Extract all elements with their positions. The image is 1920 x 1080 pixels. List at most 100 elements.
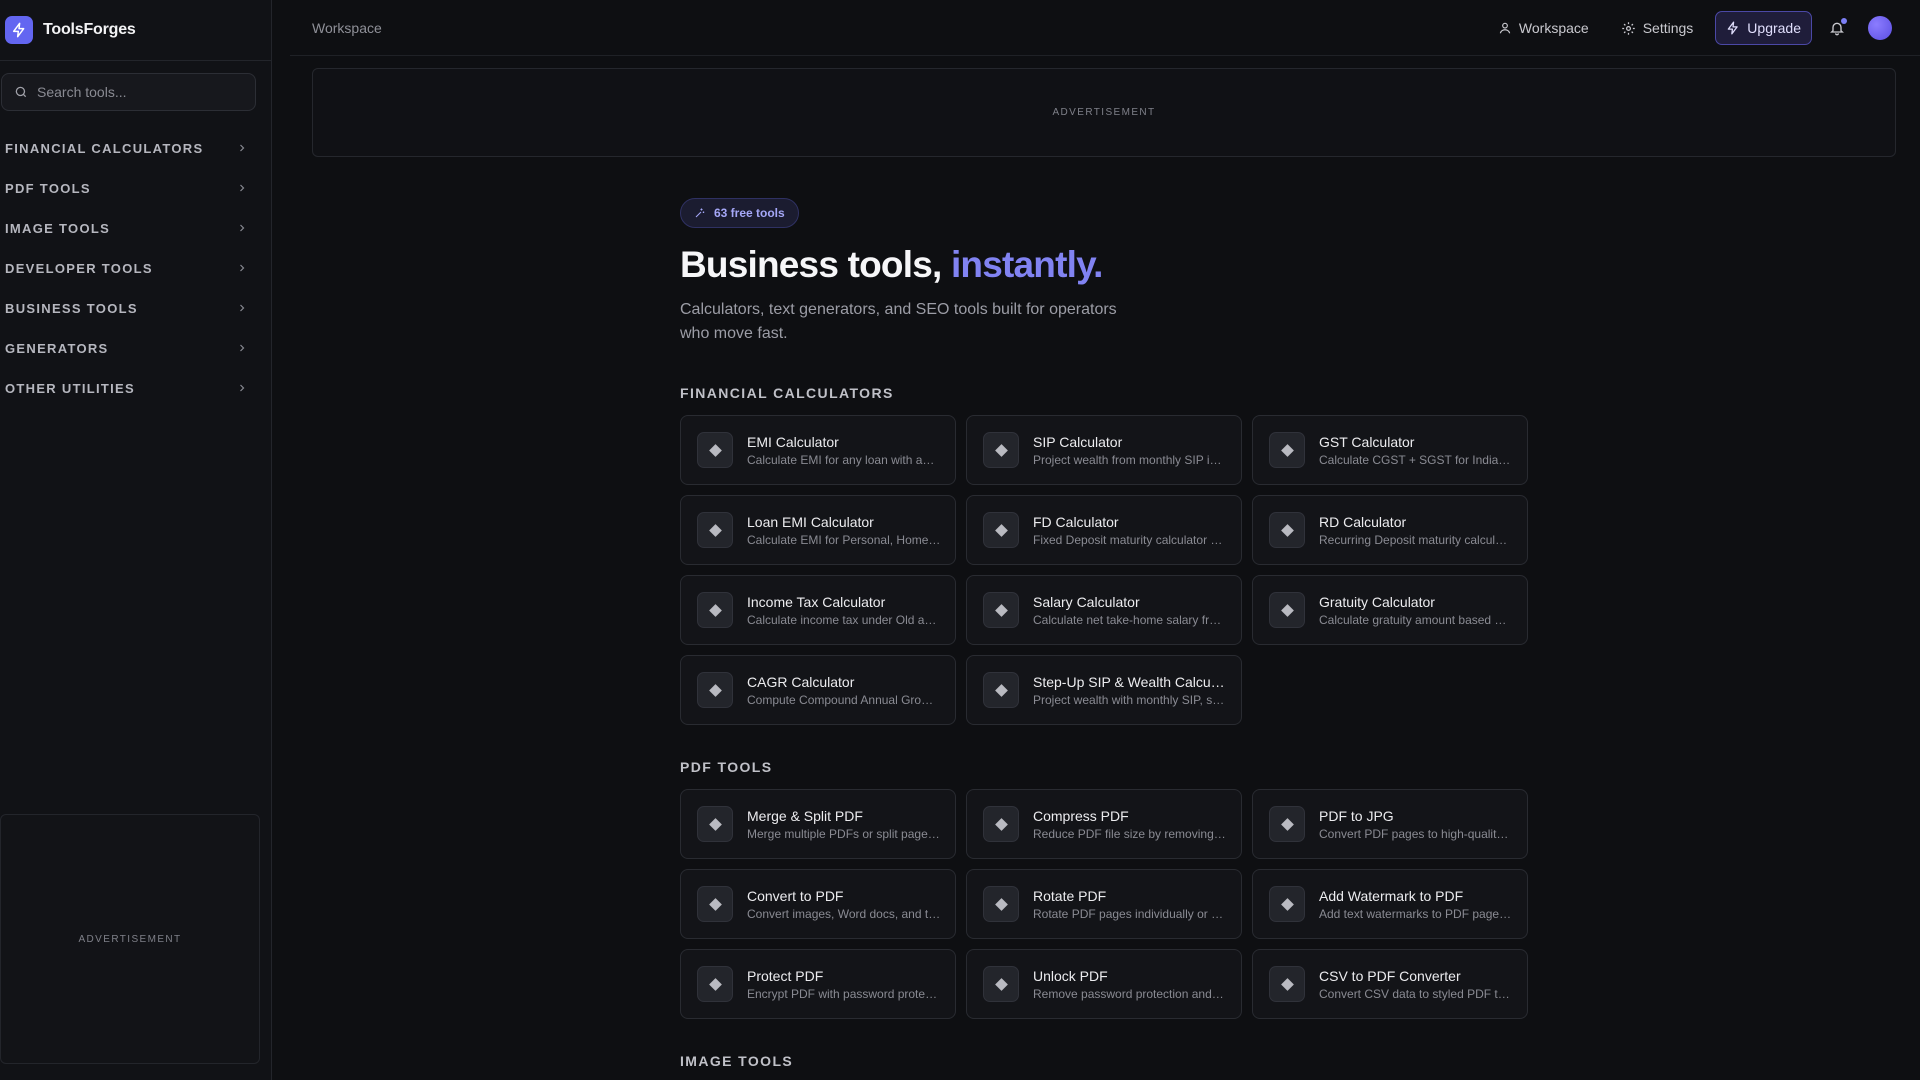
sidebar-item-label: DEVELOPER TOOLS bbox=[5, 260, 153, 276]
tool-description: Rotate PDF pages individually or … bbox=[1033, 906, 1224, 921]
title-accent: instantly. bbox=[950, 244, 1103, 285]
tool-text: FD Calculator Fixed Deposit maturity calc… bbox=[1033, 514, 1228, 547]
tool-description: Convert CSV data to styled PDF t… bbox=[1319, 986, 1510, 1001]
sidebar-item-other-utilities[interactable]: OTHER UTILITIES bbox=[0, 368, 260, 408]
chevron-right-icon bbox=[240, 384, 245, 392]
tool-card[interactable]: FD Calculator Fixed Deposit maturity calc… bbox=[966, 495, 1242, 565]
tool-icon bbox=[983, 672, 1019, 708]
sidebar-item-label: OTHER UTILITIES bbox=[5, 380, 135, 396]
page-title: Business tools, instantly. bbox=[680, 242, 1528, 288]
ad-label: ADVERTISEMENT bbox=[1052, 107, 1156, 118]
chevron-right-icon bbox=[240, 264, 245, 272]
diamond-icon bbox=[708, 977, 722, 991]
tool-card[interactable]: Loan EMI Calculator Calculate EMI for Per… bbox=[680, 495, 956, 565]
tool-name: FD Calculator bbox=[1033, 513, 1119, 530]
diamond-icon bbox=[994, 443, 1008, 457]
workspace-label: Workspace bbox=[1518, 20, 1589, 36]
sidebar-item-label: GENERATORS bbox=[5, 340, 109, 356]
user-icon bbox=[1499, 22, 1511, 34]
tool-icon bbox=[983, 886, 1019, 922]
search-input[interactable] bbox=[37, 84, 237, 100]
tool-card[interactable]: Unlock PDF Remove password protection and… bbox=[966, 949, 1242, 1019]
tool-icon bbox=[697, 886, 733, 922]
tool-card[interactable]: PDF to JPG Convert PDF pages to high-qual… bbox=[1252, 789, 1528, 859]
tool-icon bbox=[697, 806, 733, 842]
workspace-button[interactable]: Workspace bbox=[1488, 11, 1599, 45]
settings-button[interactable]: Settings bbox=[1611, 11, 1704, 45]
sidebar-item-financial-calculators[interactable]: FINANCIAL CALCULATORS bbox=[0, 128, 260, 168]
tool-name: Add Watermark to PDF bbox=[1319, 887, 1464, 904]
diamond-icon bbox=[994, 683, 1008, 697]
tool-card[interactable]: Merge & Split PDF Merge multiple PDFs or … bbox=[680, 789, 956, 859]
section-title: PDF TOOLS bbox=[680, 759, 773, 775]
diamond-icon bbox=[1280, 817, 1294, 831]
top-bar: Workspace Workspace Settings Upgrade bbox=[290, 0, 1920, 56]
chevron-right-icon bbox=[240, 184, 245, 192]
tool-description: Convert images, Word docs, and t… bbox=[747, 906, 941, 921]
tool-card[interactable]: Step-Up SIP & Wealth Calcu… Project wealt… bbox=[966, 655, 1242, 725]
tool-card[interactable]: Compress PDF Reduce PDF file size by remo… bbox=[966, 789, 1242, 859]
tool-description: Merge multiple PDFs or split page… bbox=[747, 826, 940, 841]
sidebar-item-developer-tools[interactable]: DEVELOPER TOOLS bbox=[0, 248, 260, 288]
banner-advertisement[interactable]: ADVERTISEMENT bbox=[312, 68, 1896, 157]
tool-icon bbox=[983, 806, 1019, 842]
upgrade-label: Upgrade bbox=[1747, 20, 1801, 36]
sidebar-item-image-tools[interactable]: IMAGE TOOLS bbox=[0, 208, 260, 248]
tool-description: Calculate CGST + SGST for India… bbox=[1319, 452, 1511, 467]
tool-card[interactable]: Add Watermark to PDF Add text watermarks … bbox=[1252, 869, 1528, 939]
sidebar-item-business-tools[interactable]: BUSINESS TOOLS bbox=[0, 288, 260, 328]
tool-name: Compress PDF bbox=[1033, 807, 1129, 824]
diamond-icon bbox=[994, 523, 1008, 537]
tool-name: Convert to PDF bbox=[747, 887, 844, 904]
upgrade-button[interactable]: Upgrade bbox=[1715, 11, 1812, 45]
tool-card[interactable]: CAGR Calculator Compute Compound Annual G… bbox=[680, 655, 956, 725]
sidebar-item-label: BUSINESS TOOLS bbox=[5, 300, 138, 316]
tool-icon bbox=[697, 966, 733, 1002]
tool-card[interactable]: Salary Calculator Calculate net take-home… bbox=[966, 575, 1242, 645]
tool-card[interactable]: GST Calculator Calculate CGST + SGST for … bbox=[1252, 415, 1528, 485]
lightning-logo-icon bbox=[5, 16, 33, 44]
tool-icon bbox=[983, 512, 1019, 548]
sidebar: ToolsForges FINANCIAL CALCULATORS PDF TO… bbox=[0, 0, 272, 1080]
tool-text: Compress PDF Reduce PDF file size by remo… bbox=[1033, 808, 1228, 841]
tool-grid: Merge & Split PDF Merge multiple PDFs or … bbox=[680, 789, 1528, 1019]
tool-text: Add Watermark to PDF Add text watermarks … bbox=[1319, 888, 1514, 921]
tool-card[interactable]: SIP Calculator Project wealth from monthl… bbox=[966, 415, 1242, 485]
tool-description: Calculate net take-home salary fr… bbox=[1033, 612, 1222, 627]
tool-card[interactable]: Income Tax Calculator Calculate income ta… bbox=[680, 575, 956, 645]
tool-text: SIP Calculator Project wealth from monthl… bbox=[1033, 434, 1228, 467]
tool-icon bbox=[983, 432, 1019, 468]
brand[interactable]: ToolsForges bbox=[0, 0, 271, 61]
diamond-icon bbox=[708, 897, 722, 911]
sidebar-item-generators[interactable]: GENERATORS bbox=[0, 328, 260, 368]
tool-name: GST Calculator bbox=[1319, 433, 1415, 450]
chevron-right-icon bbox=[240, 144, 245, 152]
section-title: IMAGE TOOLS bbox=[680, 1053, 794, 1069]
lightning-icon bbox=[1727, 21, 1739, 35]
search-box[interactable] bbox=[1, 73, 256, 111]
avatar[interactable] bbox=[1868, 16, 1892, 40]
chevron-right-icon bbox=[240, 224, 245, 232]
tool-card[interactable]: Gratuity Calculator Calculate gratuity am… bbox=[1252, 575, 1528, 645]
tool-card[interactable]: CSV to PDF Converter Convert CSV data to … bbox=[1252, 949, 1528, 1019]
ad-label: ADVERTISEMENT bbox=[78, 933, 182, 945]
tool-icon bbox=[697, 512, 733, 548]
sidebar-advertisement[interactable]: ADVERTISEMENT bbox=[0, 814, 260, 1064]
tool-card[interactable]: EMI Calculator Calculate EMI for any loan… bbox=[680, 415, 956, 485]
section-pdf-tools: PDF TOOLS Merge & Split PDF Merge multipl… bbox=[680, 759, 1528, 1019]
tool-card[interactable]: Rotate PDF Rotate PDF pages individually … bbox=[966, 869, 1242, 939]
diamond-icon bbox=[708, 603, 722, 617]
notifications-button[interactable] bbox=[1824, 11, 1850, 45]
tool-description: Calculate EMI for any loan with a… bbox=[747, 452, 935, 467]
sidebar-item-label: PDF TOOLS bbox=[5, 180, 91, 196]
tool-card[interactable]: RD Calculator Recurring Deposit maturity … bbox=[1252, 495, 1528, 565]
tool-icon bbox=[1269, 592, 1305, 628]
gear-icon bbox=[1621, 21, 1635, 35]
tool-text: Step-Up SIP & Wealth Calcu… Project wealt… bbox=[1033, 674, 1228, 707]
tool-card[interactable]: Protect PDF Encrypt PDF with password pro… bbox=[680, 949, 956, 1019]
diamond-icon bbox=[708, 817, 722, 831]
tool-name: Gratuity Calculator bbox=[1319, 593, 1435, 610]
sidebar-item-pdf-tools[interactable]: PDF TOOLS bbox=[0, 168, 260, 208]
tool-card[interactable]: Convert to PDF Convert images, Word docs,… bbox=[680, 869, 956, 939]
title-main: Business tools, bbox=[680, 244, 951, 285]
